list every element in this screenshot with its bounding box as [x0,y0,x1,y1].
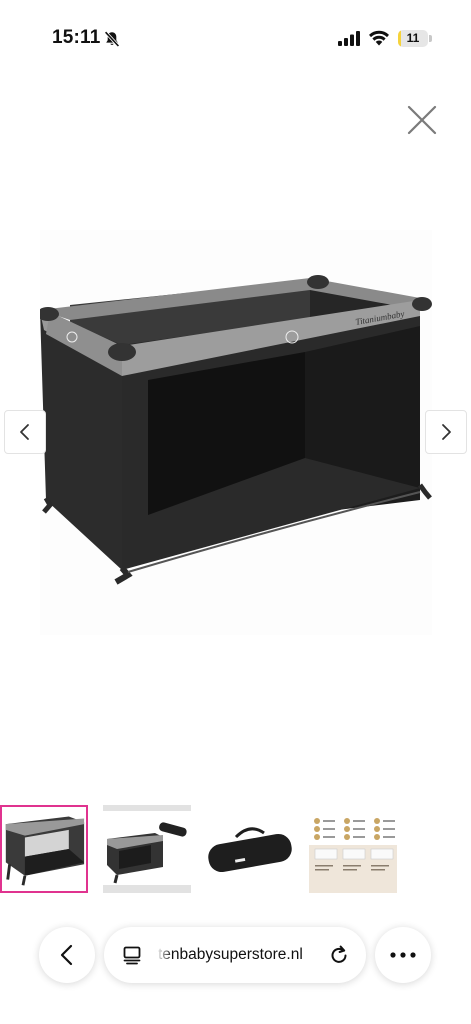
url-text: tenbabysuperstore.nl [158,946,303,963]
more-options-button[interactable] [375,927,431,983]
bell-slash-icon [104,31,120,48]
address-bar[interactable]: tenbabysuperstore.nl [104,927,366,983]
travel-cot-image: Titaniumbaby [40,275,432,585]
wifi-icon [369,30,389,46]
chevron-right-icon [442,424,451,440]
carry-bag-thumbnail-image [206,805,294,893]
status-time: 15:11 [52,27,101,48]
crib-and-bag-thumbnail-image [103,805,191,893]
battery-level: 11 [406,31,420,45]
status-bar: 15:11 11 [0,0,471,70]
cellular-signal-icon [338,31,360,46]
crib-thumbnail-image [2,807,86,891]
mattress-chart-thumbnail-image [309,805,397,893]
chevron-left-icon [20,424,29,440]
next-image-button[interactable] [425,410,467,454]
tab-icon[interactable] [122,945,142,965]
thumb-crib-front[interactable] [0,805,88,893]
reload-icon[interactable] [328,944,350,966]
thumbnail-strip [0,805,471,895]
more-icon [390,952,416,958]
battery-icon: 11 [398,30,432,47]
thumb-carry-bag[interactable] [206,805,294,893]
close-icon [407,105,437,135]
browser-toolbar: tenbabysuperstore.nl [0,925,471,989]
back-button[interactable] [39,927,95,983]
previous-image-button[interactable] [4,410,46,454]
thumb-crib-with-bag[interactable] [103,805,191,893]
chevron-left-icon [60,944,73,966]
close-button[interactable] [404,102,440,138]
thumb-mattress-chart[interactable] [309,805,397,893]
product-image-viewer[interactable]: Titaniumbaby [40,230,432,635]
